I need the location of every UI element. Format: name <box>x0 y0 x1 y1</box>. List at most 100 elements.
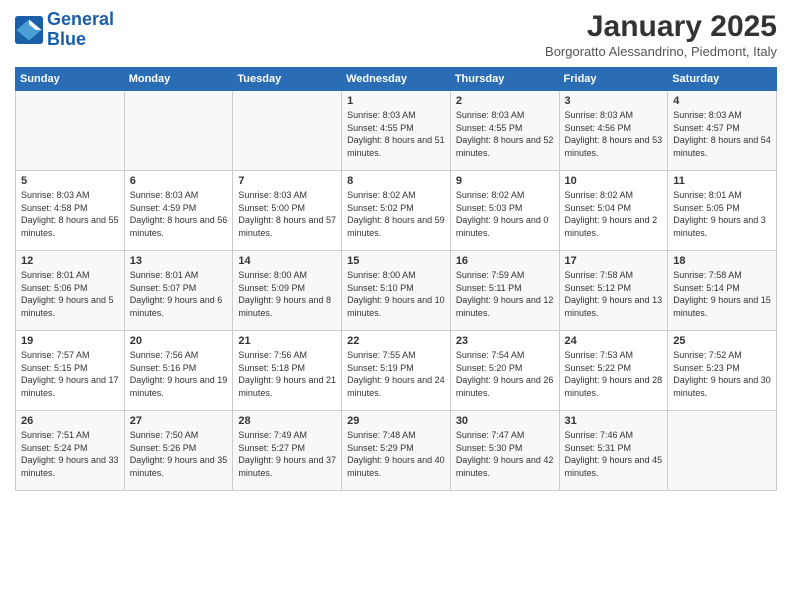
header-thursday: Thursday <box>450 68 559 91</box>
day-number: 26 <box>21 415 119 427</box>
calendar-cell: 24 Sunrise: 7:53 AM Sunset: 5:22 PM Dayli… <box>559 331 668 411</box>
calendar-cell: 29 Sunrise: 7:48 AM Sunset: 5:29 PM Dayli… <box>342 411 451 491</box>
day-number: 29 <box>347 415 445 427</box>
day-info: Sunrise: 7:48 AM Sunset: 5:29 PM Dayligh… <box>347 429 445 479</box>
day-info: Sunrise: 7:57 AM Sunset: 5:15 PM Dayligh… <box>21 349 119 399</box>
day-number: 31 <box>565 415 663 427</box>
title-section: January 2025 Borgoratto Alessandrino, Pi… <box>545 10 777 59</box>
calendar-cell: 21Sunrise: 7:56 AM Sunset: 5:18 PM Dayli… <box>233 331 342 411</box>
logo-line1: General <box>47 9 114 29</box>
calendar-body: 1 Sunrise: 8:03 AM Sunset: 4:55 PM Daylig… <box>16 91 777 491</box>
day-number: 18 <box>673 255 771 267</box>
calendar-cell: 25Sunrise: 7:52 AM Sunset: 5:23 PM Dayli… <box>668 331 777 411</box>
calendar-cell: 17Sunrise: 7:58 AM Sunset: 5:12 PM Dayli… <box>559 251 668 331</box>
calendar-cell: 31 Sunrise: 7:46 AM Sunset: 5:31 PM Dayli… <box>559 411 668 491</box>
header-monday: Monday <box>124 68 233 91</box>
header-tuesday: Tuesday <box>233 68 342 91</box>
day-info: Sunrise: 8:03 AM Sunset: 5:00 PM Dayligh… <box>238 189 336 239</box>
day-number: 16 <box>456 255 554 267</box>
day-info: Sunrise: 7:56 AM Sunset: 5:18 PM Dayligh… <box>238 349 336 399</box>
calendar-cell: 19 Sunrise: 7:57 AM Sunset: 5:15 PM Dayli… <box>16 331 125 411</box>
day-info: Sunrise: 8:03 AM Sunset: 4:56 PM Dayligh… <box>565 109 663 159</box>
logo: General Blue <box>15 10 114 50</box>
day-info: Sunrise: 8:00 AM Sunset: 5:09 PM Dayligh… <box>238 269 336 319</box>
calendar-cell: 1 Sunrise: 8:03 AM Sunset: 4:55 PM Daylig… <box>342 91 451 171</box>
calendar-cell: 23Sunrise: 7:54 AM Sunset: 5:20 PM Dayli… <box>450 331 559 411</box>
location: Borgoratto Alessandrino, Piedmont, Italy <box>545 44 777 59</box>
day-info: Sunrise: 7:50 AM Sunset: 5:26 PM Dayligh… <box>130 429 228 479</box>
calendar-week-2: 5 Sunrise: 8:03 AM Sunset: 4:58 PM Daylig… <box>16 171 777 251</box>
day-info: Sunrise: 7:46 AM Sunset: 5:31 PM Dayligh… <box>565 429 663 479</box>
day-info: Sunrise: 8:02 AM Sunset: 5:02 PM Dayligh… <box>347 189 445 239</box>
day-info: Sunrise: 8:03 AM Sunset: 4:55 PM Dayligh… <box>347 109 445 159</box>
day-number: 15 <box>347 255 445 267</box>
calendar-cell: 22Sunrise: 7:55 AM Sunset: 5:19 PM Dayli… <box>342 331 451 411</box>
calendar-header: Sunday Monday Tuesday Wednesday Thursday… <box>16 68 777 91</box>
day-number: 5 <box>21 175 119 187</box>
day-number: 3 <box>565 95 663 107</box>
calendar-cell <box>124 91 233 171</box>
day-info: Sunrise: 8:03 AM Sunset: 4:58 PM Dayligh… <box>21 189 119 239</box>
day-number: 14 <box>238 255 336 267</box>
calendar-cell <box>233 91 342 171</box>
calendar-cell: 7 Sunrise: 8:03 AM Sunset: 5:00 PM Daylig… <box>233 171 342 251</box>
day-number: 19 <box>21 335 119 347</box>
day-number: 24 <box>565 335 663 347</box>
day-info: Sunrise: 8:01 AM Sunset: 5:06 PM Dayligh… <box>21 269 119 319</box>
logo-icon <box>15 16 43 44</box>
day-number: 28 <box>238 415 336 427</box>
day-number: 9 <box>456 175 554 187</box>
day-info: Sunrise: 8:03 AM Sunset: 4:59 PM Dayligh… <box>130 189 228 239</box>
calendar-cell: 15Sunrise: 8:00 AM Sunset: 5:10 PM Dayli… <box>342 251 451 331</box>
calendar-cell: 28Sunrise: 7:49 AM Sunset: 5:27 PM Dayli… <box>233 411 342 491</box>
calendar-cell <box>668 411 777 491</box>
day-number: 13 <box>130 255 228 267</box>
day-number: 2 <box>456 95 554 107</box>
calendar-week-3: 12Sunrise: 8:01 AM Sunset: 5:06 PM Dayli… <box>16 251 777 331</box>
calendar-cell: 16Sunrise: 7:59 AM Sunset: 5:11 PM Dayli… <box>450 251 559 331</box>
day-info: Sunrise: 8:01 AM Sunset: 5:07 PM Dayligh… <box>130 269 228 319</box>
month-title: January 2025 <box>545 10 777 44</box>
calendar-cell: 2 Sunrise: 8:03 AM Sunset: 4:55 PM Daylig… <box>450 91 559 171</box>
calendar-cell: 30 Sunrise: 7:47 AM Sunset: 5:30 PM Dayli… <box>450 411 559 491</box>
calendar-cell <box>16 91 125 171</box>
calendar-week-5: 26 Sunrise: 7:51 AM Sunset: 5:24 PM Dayli… <box>16 411 777 491</box>
calendar-cell: 6Sunrise: 8:03 AM Sunset: 4:59 PM Daylig… <box>124 171 233 251</box>
day-info: Sunrise: 8:03 AM Sunset: 4:57 PM Dayligh… <box>673 109 771 159</box>
header-sunday: Sunday <box>16 68 125 91</box>
day-number: 1 <box>347 95 445 107</box>
page: General Blue January 2025 Borgoratto Ale… <box>0 0 792 612</box>
day-number: 7 <box>238 175 336 187</box>
day-number: 20 <box>130 335 228 347</box>
day-info: Sunrise: 7:56 AM Sunset: 5:16 PM Dayligh… <box>130 349 228 399</box>
calendar-cell: 18 Sunrise: 7:58 AM Sunset: 5:14 PM Dayli… <box>668 251 777 331</box>
day-info: Sunrise: 7:55 AM Sunset: 5:19 PM Dayligh… <box>347 349 445 399</box>
day-info: Sunrise: 7:54 AM Sunset: 5:20 PM Dayligh… <box>456 349 554 399</box>
calendar-cell: 20 Sunrise: 7:56 AM Sunset: 5:16 PM Dayli… <box>124 331 233 411</box>
day-info: Sunrise: 8:02 AM Sunset: 5:03 PM Dayligh… <box>456 189 554 239</box>
day-number: 11 <box>673 175 771 187</box>
day-info: Sunrise: 7:58 AM Sunset: 5:12 PM Dayligh… <box>565 269 663 319</box>
calendar-week-4: 19 Sunrise: 7:57 AM Sunset: 5:15 PM Dayli… <box>16 331 777 411</box>
logo-line2: Blue <box>47 29 86 49</box>
day-number: 27 <box>130 415 228 427</box>
calendar-cell: 8 Sunrise: 8:02 AM Sunset: 5:02 PM Daylig… <box>342 171 451 251</box>
day-number: 4 <box>673 95 771 107</box>
day-info: Sunrise: 7:51 AM Sunset: 5:24 PM Dayligh… <box>21 429 119 479</box>
day-number: 8 <box>347 175 445 187</box>
day-info: Sunrise: 7:53 AM Sunset: 5:22 PM Dayligh… <box>565 349 663 399</box>
day-info: Sunrise: 7:58 AM Sunset: 5:14 PM Dayligh… <box>673 269 771 319</box>
calendar-cell: 9 Sunrise: 8:02 AM Sunset: 5:03 PM Daylig… <box>450 171 559 251</box>
header-row: Sunday Monday Tuesday Wednesday Thursday… <box>16 68 777 91</box>
day-info: Sunrise: 8:02 AM Sunset: 5:04 PM Dayligh… <box>565 189 663 239</box>
calendar-cell: 4 Sunrise: 8:03 AM Sunset: 4:57 PM Daylig… <box>668 91 777 171</box>
day-info: Sunrise: 8:03 AM Sunset: 4:55 PM Dayligh… <box>456 109 554 159</box>
day-info: Sunrise: 8:01 AM Sunset: 5:05 PM Dayligh… <box>673 189 771 239</box>
calendar-cell: 10Sunrise: 8:02 AM Sunset: 5:04 PM Dayli… <box>559 171 668 251</box>
calendar-table: Sunday Monday Tuesday Wednesday Thursday… <box>15 67 777 491</box>
header-wednesday: Wednesday <box>342 68 451 91</box>
day-number: 30 <box>456 415 554 427</box>
header: General Blue January 2025 Borgoratto Ale… <box>15 10 777 59</box>
day-info: Sunrise: 7:47 AM Sunset: 5:30 PM Dayligh… <box>456 429 554 479</box>
day-info: Sunrise: 7:52 AM Sunset: 5:23 PM Dayligh… <box>673 349 771 399</box>
